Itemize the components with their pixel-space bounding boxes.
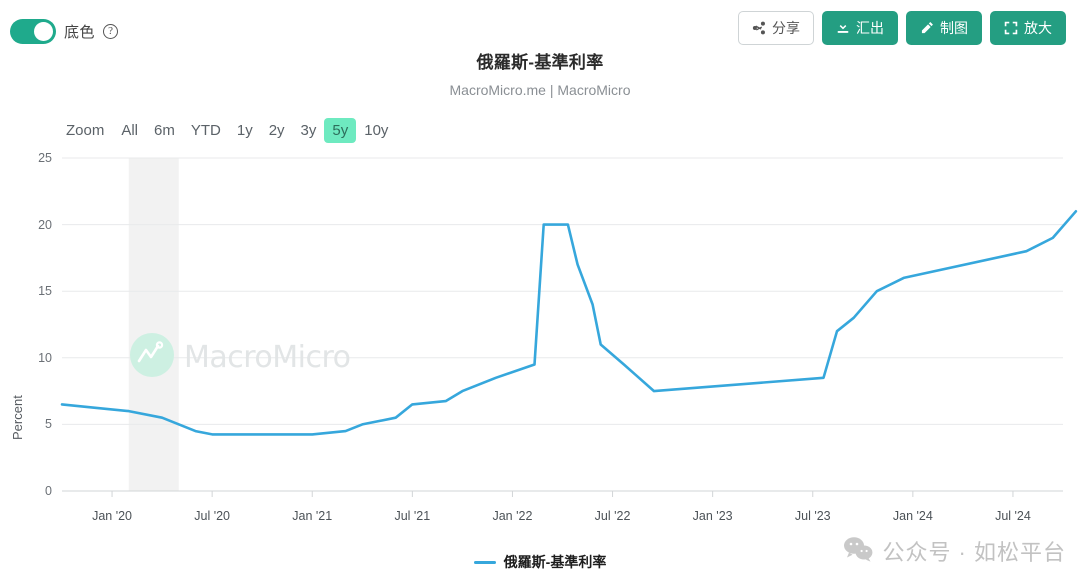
x-tick-label: Jul '22: [594, 509, 631, 523]
y-tick-label: 0: [45, 484, 52, 498]
series-line: [60, 210, 1078, 436]
x-tick-label: Jan '21: [292, 509, 333, 523]
action-button-group: 分享 汇出 制图 放大: [738, 11, 1066, 45]
zoom-label: Zoom: [66, 122, 105, 139]
background-shading-toggle[interactable]: [10, 19, 56, 44]
x-tick-label: Jul '21: [394, 509, 431, 523]
legend-color-swatch: [473, 560, 496, 564]
y-tick-label: 20: [38, 217, 52, 232]
x-tick-label: Jan '22: [492, 509, 533, 523]
y-tick-label: 15: [38, 284, 52, 299]
pencil-icon: [920, 21, 934, 35]
question-circle-icon[interactable]: ?: [103, 24, 119, 39]
share-icon: [752, 21, 766, 35]
enlarge-button[interactable]: 放大: [990, 11, 1066, 45]
download-icon: [836, 21, 850, 35]
chart-canvas[interactable]: [0, 140, 1080, 540]
x-tick-label: Jul '24: [995, 509, 1031, 523]
background-shading-toggle-group: 底色 ?: [10, 19, 119, 44]
share-button[interactable]: 分享: [738, 11, 814, 45]
draw-chart-button[interactable]: 制图: [906, 11, 982, 45]
expand-icon: [1004, 21, 1018, 35]
x-tick-label: Jan '20: [92, 509, 133, 523]
share-button-label: 分享: [772, 20, 800, 36]
export-button[interactable]: 汇出: [822, 11, 898, 45]
toggle-label: 底色: [64, 24, 96, 41]
chart-subtitle: MacroMicro.me | MacroMicro: [449, 82, 631, 98]
recession-shading: [128, 158, 179, 491]
chart-title: 俄羅斯-基準利率: [476, 53, 604, 72]
toggle-knob: [34, 22, 53, 41]
chart-plot-area: Percent 0 5 10 15 20 25 Jan '20 Jul '20 Jan '21…: [0, 140, 1080, 540]
x-tick-label: Jul '20: [194, 509, 231, 523]
x-tick-label: Jan '23: [692, 509, 733, 523]
legend-series-label[interactable]: 俄羅斯-基準利率: [504, 552, 607, 572]
export-button-label: 汇出: [856, 20, 884, 36]
y-tick-label: 25: [38, 151, 52, 165]
y-tick-label: 5: [45, 417, 52, 432]
chart-legend: 俄羅斯-基準利率: [0, 552, 1080, 572]
x-tick-label: Jan '24: [892, 509, 933, 523]
draw-chart-button-label: 制图: [940, 20, 968, 36]
y-tick-label: 10: [38, 350, 52, 365]
x-tick-label: Jul '23: [794, 509, 831, 523]
enlarge-button-label: 放大: [1024, 20, 1052, 36]
